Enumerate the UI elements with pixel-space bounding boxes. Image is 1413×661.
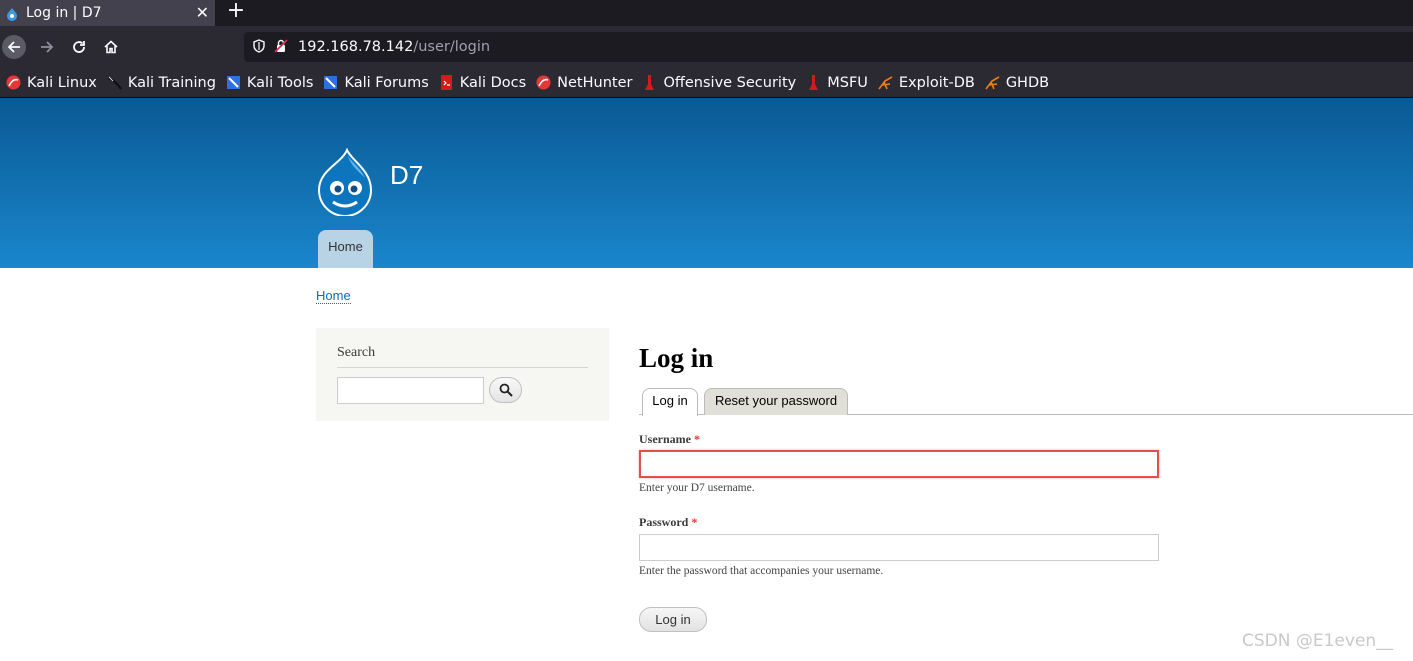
close-tab-icon[interactable]: ✕ <box>196 3 209 23</box>
drupal-favicon-icon <box>5 6 19 21</box>
tab-log-in[interactable]: Log in <box>642 388 698 416</box>
password-description: Enter the password that accompanies your… <box>639 565 884 577</box>
arrow-left-icon <box>7 41 20 53</box>
back-button[interactable] <box>2 35 26 59</box>
kali-forums-icon <box>323 75 338 90</box>
bookmark-label: Kali Linux <box>27 74 97 91</box>
bookmark-msfu[interactable]: MSFU <box>806 75 868 91</box>
bookmark-kali-training[interactable]: Kali Training <box>107 75 216 91</box>
browser-tab-bar: Log in | D7 ✕ + <box>0 0 1413 26</box>
home-button[interactable] <box>99 35 123 59</box>
drupal-logo-icon[interactable] <box>315 147 375 217</box>
log-in-button[interactable]: Log in <box>639 607 707 632</box>
url-bar[interactable]: 192.168.78.142/user/login <box>244 32 1413 62</box>
bookmark-kali-forums[interactable]: Kali Forums <box>323 74 429 91</box>
reload-icon <box>73 41 85 53</box>
search-input[interactable] <box>337 377 484 404</box>
forward-button[interactable] <box>35 35 59 59</box>
watermark: CSDN @E1even__ <box>1242 631 1394 651</box>
bookmark-exploit-db[interactable]: Exploit-DB <box>878 75 975 91</box>
bookmark-label: Kali Training <box>127 74 216 91</box>
tab-reset-password[interactable]: Reset your password <box>704 388 848 415</box>
bookmark-kali-tools[interactable]: Kali Tools <box>226 74 314 91</box>
password-label-text: Password <box>639 515 689 529</box>
username-label-text: Username <box>639 432 691 446</box>
reload-button[interactable] <box>67 35 91 59</box>
search-block-title: Search <box>337 345 376 360</box>
insecure-lock-icon[interactable] <box>274 38 288 57</box>
divider <box>337 367 588 368</box>
search-button[interactable] <box>489 377 522 403</box>
kali-training-icon <box>107 75 122 90</box>
breadcrumb-home-link[interactable]: Home <box>316 288 351 304</box>
username-field[interactable] <box>639 450 1159 478</box>
url-host: 192.168.78.142 <box>298 39 414 55</box>
page-title: Log in <box>639 343 714 373</box>
password-field[interactable] <box>639 534 1159 561</box>
required-marker: * <box>691 515 698 529</box>
bookmark-label: MSFU <box>827 74 868 91</box>
bookmark-label: NetHunter <box>557 74 633 91</box>
exploit-db-icon <box>878 75 893 90</box>
search-block: Search <box>316 328 609 421</box>
new-tab-button[interactable]: + <box>225 0 247 22</box>
url-path: /user/login <box>413 39 491 55</box>
bookmark-ghdb[interactable]: GHDB <box>985 75 1049 91</box>
offensive-security-icon <box>642 75 657 90</box>
bookmark-label: Kali Tools <box>246 74 314 91</box>
tab-title: Log in | D7 <box>26 5 102 21</box>
password-label: Password * <box>639 515 697 530</box>
username-description: Enter your D7 username. <box>639 482 755 494</box>
bookmark-offensive-security[interactable]: Offensive Security <box>642 75 796 91</box>
bookmark-kali-docs[interactable]: Kali Docs <box>439 75 526 91</box>
shield-icon[interactable] <box>252 38 266 57</box>
site-header: D7 Home <box>0 98 1413 268</box>
nethunter-icon <box>536 75 551 90</box>
browser-tab[interactable]: Log in | D7 ✕ <box>0 0 215 26</box>
bookmark-label: Offensive Security <box>663 74 797 91</box>
bookmark-label: GHDB <box>1005 74 1050 91</box>
bookmarks-bar: Kali Linux Kali Training Kali Tools Kali… <box>0 68 1413 98</box>
search-icon <box>499 383 513 397</box>
bookmark-kali-linux[interactable]: Kali Linux <box>6 75 97 91</box>
kali-linux-icon <box>6 75 21 90</box>
username-label: Username * <box>639 432 700 447</box>
kali-tools-icon <box>226 75 241 90</box>
home-icon <box>104 40 118 54</box>
main-menu-home-link[interactable]: Home <box>318 230 373 268</box>
site-name[interactable]: D7 <box>390 160 423 191</box>
arrow-right-icon <box>41 41 54 53</box>
required-marker: * <box>693 432 700 446</box>
browser-nav-bar: 192.168.78.142/user/login <box>0 26 1413 68</box>
ghdb-icon <box>985 75 1000 90</box>
bookmark-nethunter[interactable]: NetHunter <box>536 75 632 91</box>
msfu-icon <box>806 75 821 90</box>
bookmark-label: Kali Forums <box>344 74 429 91</box>
bookmark-label: Exploit-DB <box>898 74 975 91</box>
kali-docs-icon <box>439 75 454 90</box>
bookmark-label: Kali Docs <box>459 74 527 91</box>
